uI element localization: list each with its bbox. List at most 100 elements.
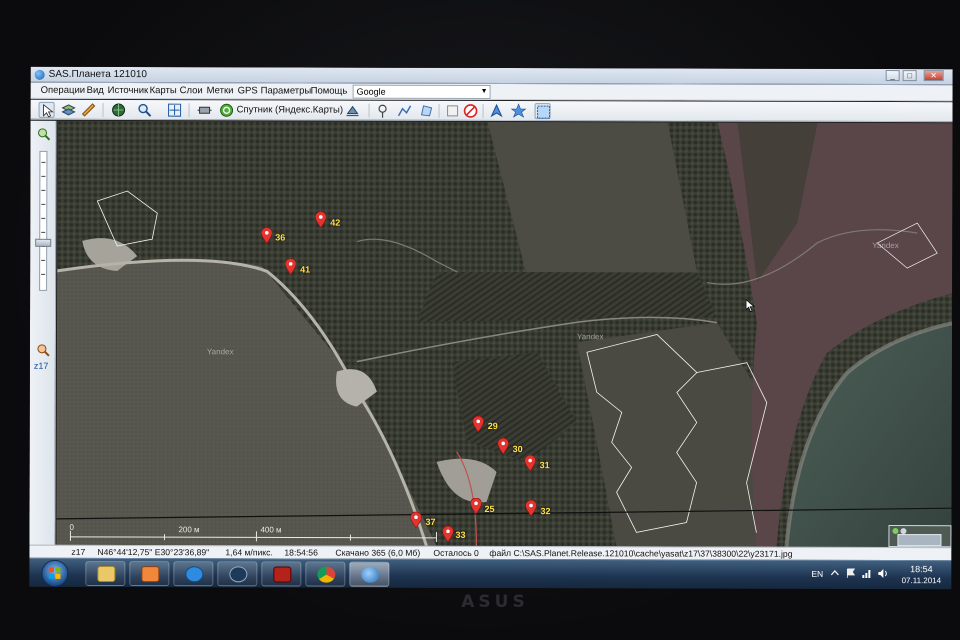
chevron-down-icon: ▼ xyxy=(480,87,488,95)
globe-icon[interactable] xyxy=(111,102,127,118)
star-icon[interactable] xyxy=(510,103,527,119)
placemark-label: 32 xyxy=(540,506,551,517)
start-button[interactable] xyxy=(41,559,69,587)
satellite-imagery xyxy=(56,120,953,548)
taskbar-steam[interactable] xyxy=(217,561,258,587)
minimap-viewport[interactable] xyxy=(897,534,942,547)
placemark-label: 31 xyxy=(539,460,550,471)
scale-label: 400 м xyxy=(260,525,282,535)
zoom-tick xyxy=(41,203,46,205)
status-coordinates: N46°44'12,75" E30°23'36,89" xyxy=(97,546,210,558)
map-pin-icon xyxy=(261,227,273,244)
zoom-panel: z17 xyxy=(29,120,57,545)
map-pin-icon xyxy=(524,455,536,472)
zoom-slider-thumb[interactable] xyxy=(35,238,52,247)
maximize-button[interactable]: □ xyxy=(902,70,917,82)
zoom-tick xyxy=(41,189,46,191)
zoom-icon[interactable] xyxy=(137,102,153,118)
toolbar: Спутник (Яндекс.Карты) xyxy=(30,99,953,123)
mini-map[interactable] xyxy=(888,525,952,548)
placemark-label: 25 xyxy=(484,503,495,515)
menu-help[interactable]: Помощь xyxy=(311,86,348,97)
status-time: 18:54:56 xyxy=(284,547,318,558)
map-layer-name[interactable]: Спутник (Яндекс.Карты) xyxy=(237,104,343,115)
taskbar-explorer[interactable] xyxy=(85,560,126,587)
toolbar-separator xyxy=(102,102,104,117)
screen: SAS.Планета 121010 _ □ ✕ Операции Вид Ис… xyxy=(29,66,953,590)
refresh-icon[interactable] xyxy=(219,102,235,118)
minimize-button[interactable]: _ xyxy=(885,70,900,82)
map-pin-icon xyxy=(472,415,484,432)
map-source-value: Google xyxy=(356,86,386,97)
scale-label: 200 м xyxy=(178,525,200,535)
menu-operations[interactable]: Операции xyxy=(41,85,85,96)
taskbar-sas-planet[interactable] xyxy=(349,561,390,587)
navigation-icon[interactable] xyxy=(489,103,505,119)
polygon-icon[interactable] xyxy=(419,103,435,119)
status-file-path: файл C:\SAS.Planet.Release.121010\cache\… xyxy=(489,547,793,559)
menu-source[interactable]: Источник xyxy=(108,85,149,96)
map-pin-icon xyxy=(315,211,327,228)
mail-icon xyxy=(185,566,204,583)
menu-settings[interactable]: Параметры xyxy=(261,85,312,96)
toolbar-separator xyxy=(482,103,484,118)
placemark-icon[interactable] xyxy=(375,103,391,119)
zoom-tick xyxy=(41,231,46,233)
map-source-select[interactable]: Google ▼ xyxy=(352,84,491,99)
menu-gps[interactable]: GPS xyxy=(238,85,258,96)
status-downloaded: Скачано 365 (6,0 Мб) xyxy=(335,547,421,558)
satellite-icon[interactable] xyxy=(197,102,213,118)
status-resolution: 1,64 м/пикс. xyxy=(225,547,273,558)
status-remaining: Осталось 0 xyxy=(433,547,479,558)
chrome-icon xyxy=(317,566,336,583)
volume-icon[interactable] xyxy=(877,568,888,579)
media-player-icon xyxy=(141,566,160,583)
map-watermark: Yandex xyxy=(872,240,899,251)
map-watermark: Yandex xyxy=(576,332,604,342)
taskbar-mail[interactable] xyxy=(173,561,214,587)
zoom-out-icon[interactable] xyxy=(36,343,50,357)
tray-clock[interactable]: 18:54 07.11.2014 xyxy=(895,564,947,585)
zoom-in-icon[interactable] xyxy=(36,127,51,141)
taskbar-dota2[interactable] xyxy=(261,561,302,587)
fullscreen-icon[interactable] xyxy=(167,102,183,118)
menu-maps[interactable]: Карты xyxy=(150,85,177,96)
zoom-tick xyxy=(41,273,46,275)
network-icon[interactable] xyxy=(861,568,872,579)
placemark-label: 41 xyxy=(300,264,311,275)
select-arrow-icon[interactable] xyxy=(38,101,55,118)
path-icon[interactable] xyxy=(397,103,413,119)
menu-layers[interactable]: Слои xyxy=(180,85,203,96)
edit-marks-icon[interactable] xyxy=(445,103,461,119)
satellite-map[interactable]: Yandex Yandex Yandex 36 42 41 29 30 31 3… xyxy=(56,120,953,548)
action-center-flag-icon[interactable] xyxy=(845,568,856,579)
map-watermark: Yandex xyxy=(206,347,234,357)
clock-time: 18:54 xyxy=(910,564,933,575)
zoom-tick xyxy=(41,217,46,219)
zoom-tick xyxy=(41,259,46,261)
placemark-label: 36 xyxy=(275,232,286,243)
selection-icon[interactable] xyxy=(534,103,551,120)
monitor-brand-logo: ASUS xyxy=(461,592,529,612)
gps-icon[interactable] xyxy=(345,103,361,119)
tray-language[interactable]: EN xyxy=(811,569,823,579)
zoom-slider-track[interactable] xyxy=(39,150,48,291)
ruler-icon[interactable] xyxy=(81,102,97,118)
placemark-label: 29 xyxy=(487,420,498,432)
menu-view[interactable]: Вид xyxy=(87,85,104,96)
layers-icon[interactable] xyxy=(61,102,77,118)
placemark-label: 42 xyxy=(330,217,341,228)
dota2-icon xyxy=(273,566,292,583)
zoom-level-label: z17 xyxy=(33,360,49,371)
delete-marks-icon[interactable] xyxy=(463,103,479,119)
taskbar-media-player[interactable] xyxy=(129,561,170,587)
toolbar-separator xyxy=(438,103,440,118)
windows-logo-icon xyxy=(48,567,61,579)
tray-arrow-icon[interactable] xyxy=(829,568,840,579)
toolbar-separator xyxy=(188,103,190,118)
scale-label: 0 xyxy=(69,522,74,532)
taskbar-chrome[interactable] xyxy=(305,561,346,587)
close-button[interactable]: ✕ xyxy=(923,70,944,82)
placemark-label: 30 xyxy=(512,444,523,455)
menu-marks[interactable]: Метки xyxy=(207,85,234,96)
